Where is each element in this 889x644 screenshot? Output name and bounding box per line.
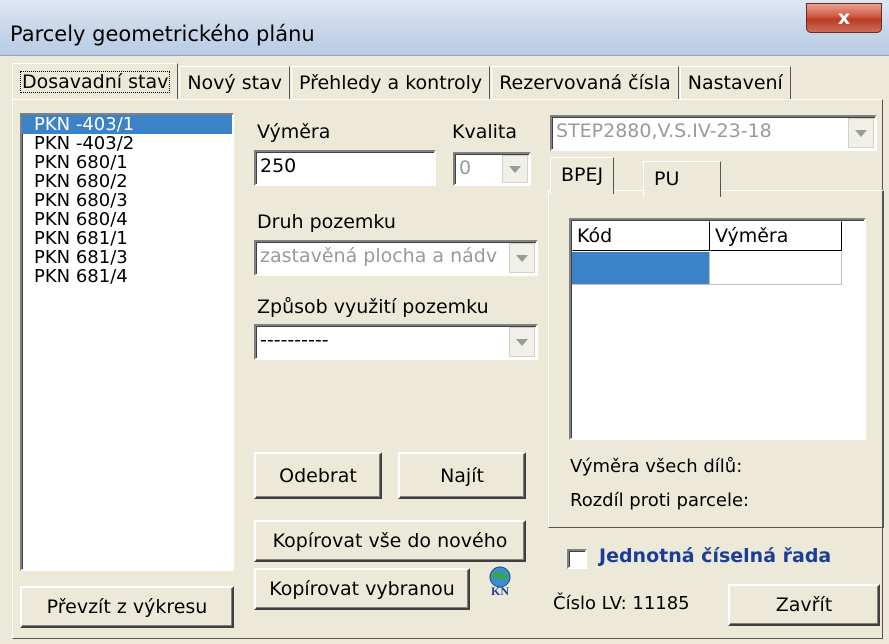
list-item[interactable]: PKN 680/1 bbox=[22, 153, 232, 172]
rozdil-proti-parcele: Rozdíl proti parcele: bbox=[570, 490, 750, 511]
tab-label: Nový stav bbox=[187, 72, 282, 94]
druh-pozemku-label: Druh pozemku bbox=[257, 211, 396, 233]
tab-dosavadni-stav[interactable]: Dosavadní stav bbox=[12, 63, 179, 100]
kn-icon-text: KN bbox=[491, 584, 509, 597]
jednotna-ciselna-rada-label[interactable]: Jednotná číselná řada bbox=[599, 545, 831, 567]
list-item[interactable]: PKN 681/4 bbox=[22, 267, 232, 286]
parcel-list[interactable]: PKN -403/1 PKN -403/2 PKN 680/1 PKN 680/… bbox=[20, 113, 234, 571]
zpusob-vyuziti-value: ---------- bbox=[260, 329, 329, 351]
druh-pozemku-select[interactable]: zastavěná plocha a nádv bbox=[254, 240, 538, 276]
list-item[interactable]: PKN 681/3 bbox=[22, 248, 232, 267]
tab-label: Přehledy a kontroly bbox=[298, 72, 483, 94]
list-item[interactable]: PKN 680/2 bbox=[22, 172, 232, 191]
cislo-lv: Číslo LV: 11185 bbox=[553, 593, 690, 614]
chevron-down-icon[interactable] bbox=[848, 118, 874, 148]
title-bar[interactable]: Parcely geometrického plánu x bbox=[0, 0, 889, 56]
tab-nastaveni[interactable]: Nastavení bbox=[679, 66, 791, 100]
grid-cell-kod[interactable] bbox=[572, 252, 710, 285]
list-item[interactable]: PKN -403/1 bbox=[22, 115, 232, 134]
vymera-vsech-dilu: Výměra všech dílů: bbox=[570, 456, 743, 477]
tab-label: Dosavadní stav bbox=[20, 71, 171, 93]
list-item[interactable]: PKN -403/2 bbox=[22, 134, 232, 153]
column-header-vymera[interactable]: Výměra bbox=[710, 221, 842, 251]
table-row[interactable] bbox=[572, 252, 848, 285]
kvalita-label: Kvalita bbox=[452, 121, 517, 143]
window-title: Parcely geometrického plánu bbox=[10, 22, 315, 46]
chevron-down-icon[interactable] bbox=[509, 243, 535, 273]
grid-cell-vymera[interactable] bbox=[710, 252, 842, 285]
list-item[interactable]: PKN 681/1 bbox=[22, 229, 232, 248]
tab-pu[interactable]: PU bbox=[643, 161, 721, 197]
chevron-down-icon[interactable] bbox=[509, 327, 535, 357]
kopirovat-vybranou-button[interactable]: Kopírovat vybranou bbox=[254, 568, 470, 610]
zpusob-vyuziti-select[interactable]: ---------- bbox=[254, 324, 538, 360]
close-button[interactable]: x bbox=[806, 3, 882, 33]
najit-button[interactable]: Najít bbox=[398, 452, 526, 499]
column-header-kod[interactable]: Kód bbox=[572, 221, 710, 251]
list-item[interactable]: PKN 680/4 bbox=[22, 210, 232, 229]
list-item[interactable]: PKN 680/3 bbox=[22, 191, 232, 210]
tab-prehledy-a-kontroly[interactable]: Přehledy a kontroly bbox=[290, 66, 491, 100]
zpusob-vyuziti-label: Způsob využití pozemku bbox=[257, 296, 489, 318]
tab-label: Nastavení bbox=[687, 72, 783, 94]
kvalita-select[interactable]: 0 bbox=[453, 152, 531, 186]
kvalita-value: 0 bbox=[459, 157, 472, 179]
step-value: STEP2880,V.S.IV-23-18 bbox=[556, 120, 772, 142]
tab-label: Rezervovaná čísla bbox=[499, 72, 671, 94]
chevron-down-icon[interactable] bbox=[502, 155, 528, 183]
main-tabs: Dosavadní stav Nový stav Přehledy a kont… bbox=[12, 63, 792, 100]
grid-header: Kód Výměra bbox=[572, 221, 848, 251]
zavrit-button[interactable]: Zavřít bbox=[728, 584, 880, 626]
vymera-input[interactable]: 250 bbox=[254, 150, 436, 186]
jednotna-ciselna-rada-checkbox[interactable] bbox=[567, 549, 587, 569]
odebrat-button[interactable]: Odebrat bbox=[254, 452, 382, 499]
kopirovat-vse-button[interactable]: Kopírovat vše do nového bbox=[254, 520, 526, 562]
tab-rezervovana-cisla[interactable]: Rezervovaná čísla bbox=[491, 66, 679, 100]
prevzit-z-vykresu-button[interactable]: Převzít z výkresu bbox=[20, 586, 234, 628]
vymera-label: Výměra bbox=[257, 121, 331, 143]
kn-globe-icon[interactable]: KN bbox=[484, 565, 516, 597]
tab-novy-stav[interactable]: Nový stav bbox=[179, 66, 290, 100]
step-select[interactable]: STEP2880,V.S.IV-23-18 bbox=[550, 115, 877, 151]
bpej-grid[interactable]: Kód Výměra bbox=[569, 218, 866, 440]
druh-pozemku-value: zastavěná plocha a nádv bbox=[260, 245, 498, 267]
tab-bpej[interactable]: BPEJ bbox=[550, 157, 615, 194]
